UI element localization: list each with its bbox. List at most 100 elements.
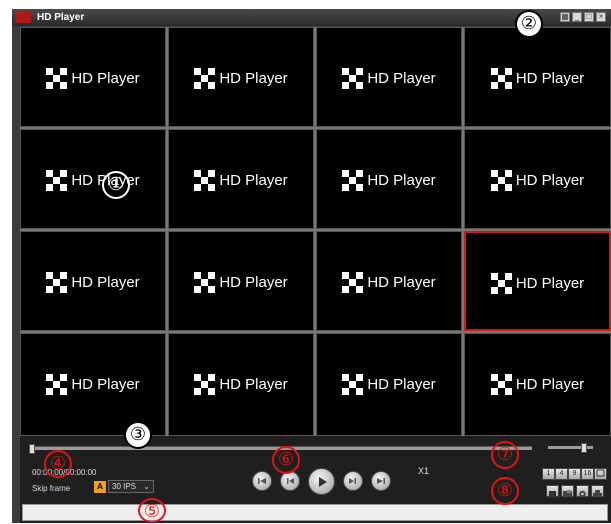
cell-logo: HD Player (21, 271, 165, 293)
video-cell[interactable]: HD Player (464, 231, 611, 331)
cell-label: HD Player (367, 273, 436, 291)
rewind-icon (287, 478, 294, 484)
layout-4-button[interactable]: 4 (555, 468, 568, 480)
cell-label: HD Player (71, 375, 140, 393)
print-icon (593, 490, 602, 497)
cell-logo: HD Player (317, 271, 461, 293)
video-cell[interactable]: HD Player (464, 27, 611, 127)
video-cell[interactable]: HD Player (168, 27, 314, 127)
previous-button[interactable] (252, 471, 272, 491)
snapshot-button[interactable] (546, 485, 559, 498)
hd-player-logo-icon (194, 67, 216, 89)
hd-player-logo-icon (46, 373, 68, 395)
minimize-icon[interactable]: _ (572, 12, 582, 22)
rewind-button[interactable] (280, 471, 300, 491)
layout-1-button[interactable]: 1 (542, 468, 555, 480)
snapshot-icon (548, 491, 557, 498)
cell-logo: HD Player (21, 373, 165, 395)
window-title: HD Player (37, 12, 85, 23)
status-bar (22, 504, 608, 521)
video-cell[interactable]: HD Player (168, 231, 314, 331)
fps-value: 30 IPS (112, 482, 137, 491)
cell-logo: HD Player (317, 169, 461, 191)
callout-1: ① (102, 171, 130, 199)
skip-frame-label: Skip frame (32, 484, 71, 493)
layout-16-button[interactable]: 16 (581, 468, 594, 480)
volume-slider[interactable] (548, 443, 593, 453)
next-icon (377, 478, 385, 484)
hd-player-logo-icon (46, 67, 68, 89)
chevron-down-icon: ⌄ (143, 482, 150, 491)
cell-logo: HD Player (21, 169, 165, 191)
callout-2: ② (515, 10, 543, 38)
cell-label: HD Player (515, 69, 585, 87)
video-cell[interactable]: HD Player (20, 129, 166, 229)
video-cell[interactable]: HD Player (316, 333, 462, 436)
callout-8: ⑧ (491, 477, 519, 505)
video-cell[interactable]: HD Player (316, 129, 462, 229)
cell-logo: HD Player (465, 67, 610, 89)
play-button[interactable] (308, 468, 335, 495)
video-cell[interactable]: HD Player (20, 333, 166, 436)
cell-label: HD Player (219, 273, 288, 291)
hd-player-window: HD Player ▦ _ □ × HD Player HD Player HD P… (12, 9, 611, 523)
open-file-icon (563, 490, 572, 497)
hd-player-logo-icon (490, 373, 512, 395)
hd-player-logo-icon (194, 373, 216, 395)
cell-label: HD Player (219, 171, 288, 189)
hd-player-logo-icon (194, 169, 216, 191)
layout-9-button[interactable]: 9 (568, 468, 581, 480)
video-cell[interactable]: HD Player (20, 231, 166, 331)
video-cell[interactable]: HD Player (464, 333, 611, 436)
hd-player-logo-icon (342, 373, 364, 395)
auto-badge[interactable]: A (94, 481, 106, 493)
fullscreen-button[interactable] (594, 468, 607, 480)
forward-button[interactable] (343, 471, 363, 491)
cell-logo: HD Player (465, 169, 610, 191)
cell-logo: HD Player (465, 373, 610, 395)
video-cell[interactable]: HD Player (168, 333, 314, 436)
left-margin (0, 0, 12, 523)
cell-label: HD Player (71, 273, 140, 291)
cell-label: HD Player (219, 375, 288, 393)
cell-label: HD Player (515, 171, 585, 189)
video-grid: HD Player HD Player HD Player HD Player HD P… (20, 27, 611, 436)
video-cell[interactable]: HD Player (168, 129, 314, 229)
settings-button[interactable] (576, 485, 589, 498)
open-file-button[interactable] (561, 485, 574, 497)
hd-player-logo-icon (342, 271, 364, 293)
app-icon (15, 12, 31, 23)
video-cell[interactable]: HD Player (316, 27, 462, 127)
cell-label: HD Player (219, 69, 288, 87)
cell-label: HD Player (71, 69, 140, 87)
volume-handle[interactable] (581, 443, 587, 453)
cell-logo: HD Player (169, 169, 313, 191)
speed-indicator: X1 (418, 466, 430, 476)
cell-label: HD Player (367, 171, 436, 189)
callout-3: ③ (124, 421, 152, 449)
control-panel: 00:00:00/00:00:00 Skip frame A 30 IPS ⌄ … (20, 436, 611, 523)
hd-player-logo-icon (46, 271, 68, 293)
callout-7: ⑦ (491, 441, 519, 469)
cell-logo: HD Player (466, 272, 609, 294)
next-button[interactable] (371, 471, 391, 491)
hd-player-logo-icon (342, 169, 364, 191)
print-button[interactable] (591, 485, 604, 497)
hd-player-logo-icon (490, 169, 512, 191)
video-cell[interactable]: HD Player (316, 231, 462, 331)
grid-layout-icon[interactable]: ▦ (560, 12, 570, 22)
cell-logo: HD Player (169, 373, 313, 395)
close-icon[interactable]: × (596, 12, 606, 22)
cell-logo: HD Player (21, 67, 165, 89)
settings-icon (579, 490, 586, 498)
cell-logo: HD Player (317, 373, 461, 395)
maximize-icon[interactable]: □ (584, 12, 594, 22)
hd-player-logo-icon (46, 169, 68, 191)
video-cell[interactable]: HD Player (20, 27, 166, 127)
fps-select[interactable]: 30 IPS ⌄ (108, 480, 154, 493)
cell-logo: HD Player (169, 271, 313, 293)
seek-handle[interactable] (29, 444, 35, 454)
video-cell[interactable]: HD Player (464, 129, 611, 229)
cell-label: HD Player (515, 375, 585, 393)
previous-icon (258, 478, 266, 484)
